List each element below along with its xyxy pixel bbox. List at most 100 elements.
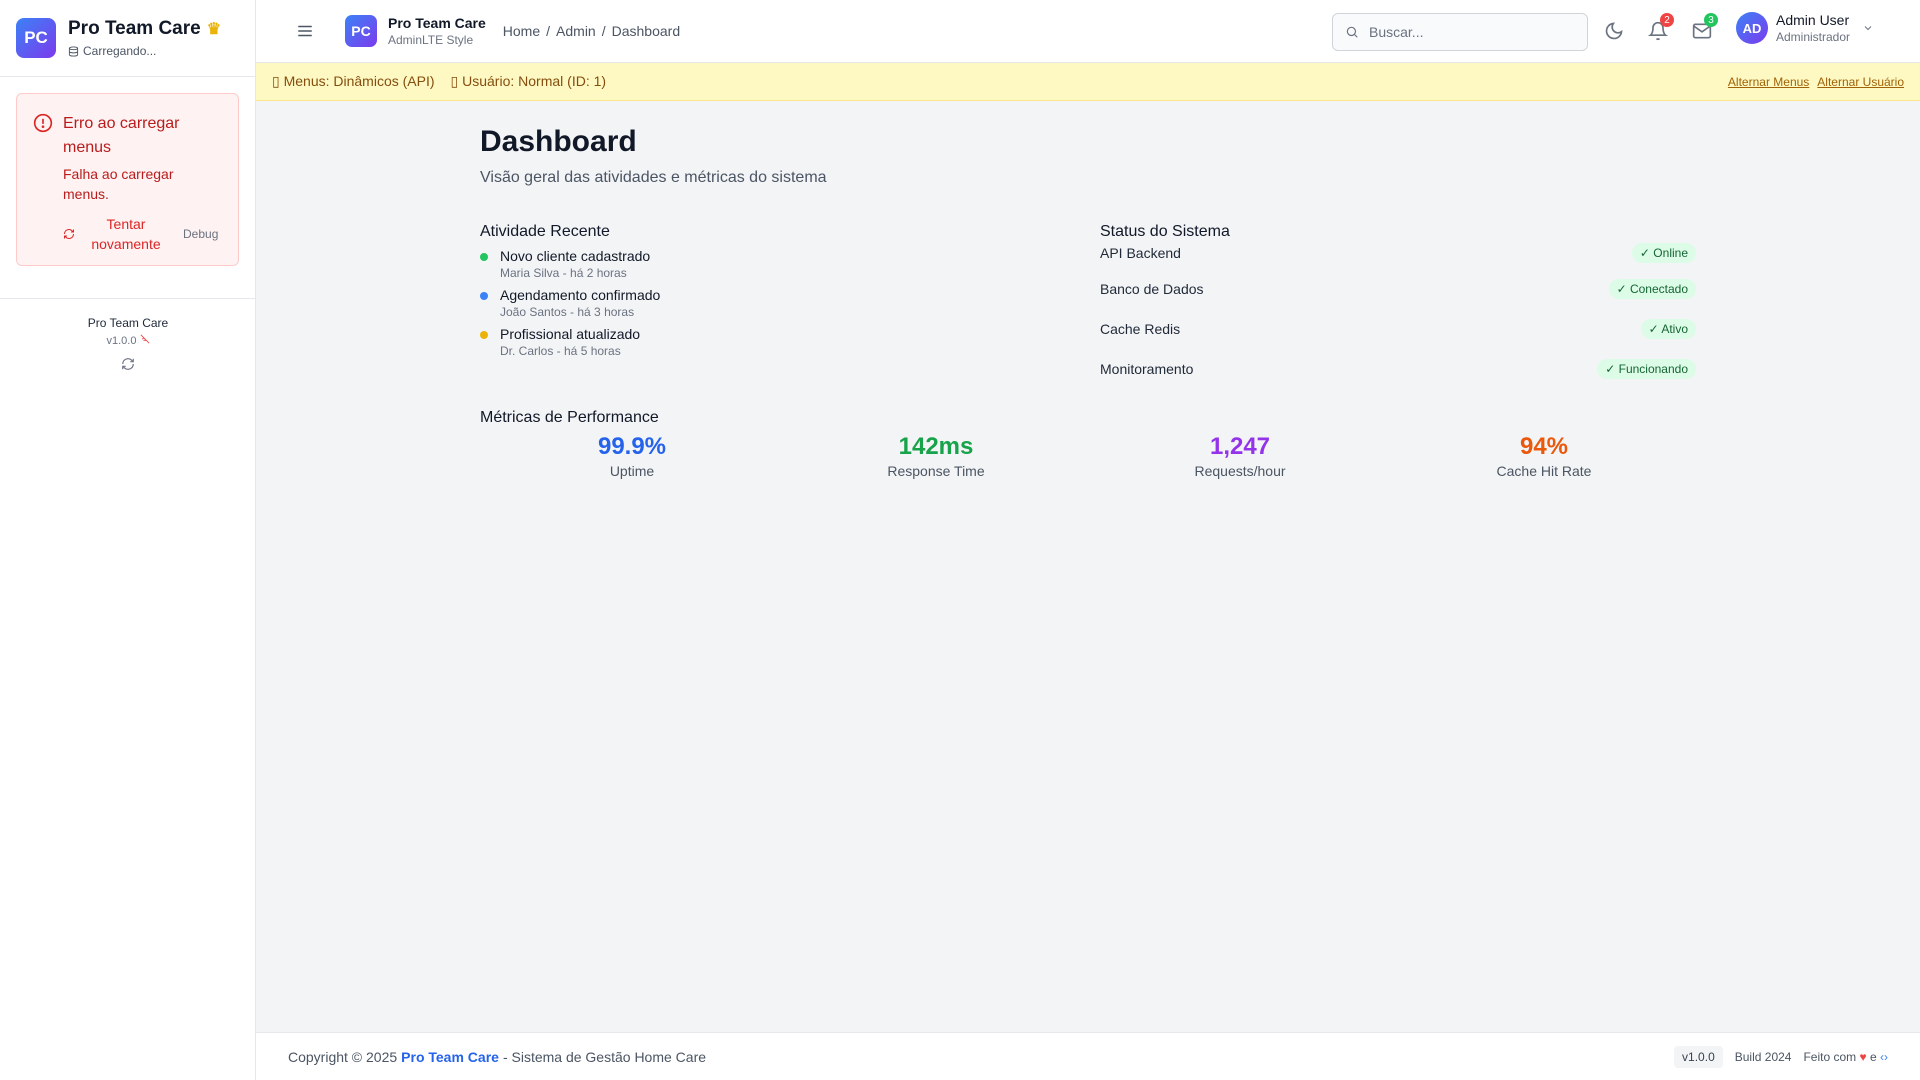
metric-value: 1,247 <box>1209 433 1271 460</box>
search-box <box>1332 13 1588 51</box>
activity-subtitle: Maria Silva - há 2 horas <box>500 266 627 280</box>
sidebar-footer-version: v1.0.0 <box>106 335 137 347</box>
user-mode-info: ▯ Usuário: Normal (ID: 1) <box>450 73 607 89</box>
toggle-menus-link[interactable]: Alternar Menus <box>1728 75 1809 89</box>
status-badge: ✓ Funcionando <box>1597 359 1696 379</box>
toggle-user-link[interactable]: Alternar Usuário <box>1817 75 1904 89</box>
system-status-title: Status do Sistema <box>1100 223 1230 240</box>
activity-title: Agendamento confirmado <box>500 287 661 303</box>
messages-badge: 3 <box>1704 13 1718 27</box>
breadcrumb-admin[interactable]: Admin <box>556 23 596 39</box>
breadcrumb-separator: / <box>601 23 606 39</box>
recent-activity-section: Atividade Recente Novo cliente cadastrad… <box>480 223 1100 385</box>
status-row: Banco de Dados ✓ Conectado <box>1100 273 1696 305</box>
footer-made-with: Feito com ♥ e ‹› <box>1803 1049 1888 1064</box>
notifications-button[interactable]: 2 <box>1647 13 1674 41</box>
page-subtitle: Visão geral das atividades e métricas do… <box>480 169 827 186</box>
top-header: PC Pro Team Care AdminLTE Style Home / A… <box>256 0 1920 63</box>
status-label: Cache Redis <box>1100 321 1181 337</box>
page-title: Dashboard <box>480 125 637 158</box>
crown-icon: ♛ <box>206 21 222 38</box>
footer-build: Build 2024 <box>1734 1049 1792 1064</box>
moon-icon[interactable] <box>1604 21 1624 41</box>
activity-subtitle: João Santos - há 3 horas <box>500 305 635 319</box>
status-row: API Backend ✓ Online <box>1100 241 1696 265</box>
status-badge: ✓ Conectado <box>1608 279 1696 299</box>
breadcrumb-home[interactable]: Home <box>503 23 540 39</box>
user-name: Admin User <box>1776 12 1850 28</box>
sidebar-status: Carregando... <box>83 44 157 58</box>
footer-version: v1.0.0 <box>1674 1045 1723 1068</box>
footer-copyright: Copyright © 2025 <box>288 1048 398 1065</box>
metric-card: 94% Cache Hit Rate <box>1392 433 1696 479</box>
list-item: Novo cliente cadastrado Maria Silva - há… <box>480 248 1100 280</box>
avatar: AD <box>1736 12 1768 44</box>
database-icon <box>68 45 79 57</box>
status-dot <box>480 253 488 261</box>
recent-activity-title: Atividade Recente <box>480 223 610 240</box>
footer-tagline: - Sistema de Gestão Home Care <box>502 1048 707 1065</box>
system-status-section: Status do Sistema API Backend ✓ Online B… <box>1100 223 1696 385</box>
breadcrumb: Home / Admin / Dashboard <box>503 23 680 39</box>
search-input[interactable] <box>1369 24 1569 40</box>
footer-brand-link[interactable]: Pro Team Care <box>401 1049 499 1065</box>
metric-card: 142ms Response Time <box>784 433 1088 479</box>
status-label: Monitoramento <box>1100 361 1194 377</box>
user-role: Administrador <box>1776 30 1851 44</box>
user-menu[interactable]: AD Admin User Administrador <box>1736 12 1874 44</box>
messages-button[interactable]: 3 <box>1692 13 1718 41</box>
refresh-icon <box>64 229 74 239</box>
code-icon: ‹› <box>1880 1049 1888 1064</box>
activity-subtitle: Dr. Carlos - há 5 horas <box>500 344 621 358</box>
menu-error-alert: Erro ao carregar menus Falha ao carregar… <box>16 93 239 266</box>
list-item: Profissional atualizado Dr. Carlos - há … <box>480 326 1100 358</box>
metric-label: Uptime <box>609 463 655 479</box>
status-label: Banco de Dados <box>1100 281 1204 297</box>
sidebar-brand[interactable]: PC Pro Team Care ♛ Carregando... <box>0 0 255 77</box>
status-badge: ✓ Online <box>1631 243 1696 263</box>
search-icon <box>1346 26 1358 38</box>
debug-button[interactable]: Debug <box>183 227 218 241</box>
status-row: Monitoramento ✓ Funcionando <box>1100 353 1696 385</box>
retry-button[interactable]: Tentar novamente <box>63 214 171 254</box>
heart-icon: ♥ <box>1859 1049 1867 1064</box>
metrics-title: Métricas de Performance <box>480 409 659 426</box>
sidebar-footer: Pro Team Care v1.0.0 <box>0 316 256 376</box>
list-item: Agendamento confirmado João Santos - há … <box>480 287 1100 319</box>
header-brand-subtitle: AdminLTE Style <box>388 33 474 47</box>
status-label: API Backend <box>1100 245 1181 261</box>
header-brand-title: Pro Team Care <box>388 15 486 31</box>
sidebar-divider <box>0 298 256 299</box>
sidebar-title: Pro Team Care <box>68 18 201 39</box>
hamburger-menu-icon[interactable] <box>296 22 314 40</box>
status-dot <box>480 331 488 339</box>
sidebar: PC Pro Team Care ♛ Carregando... Erro ao… <box>0 0 256 1080</box>
metric-label: Requests/hour <box>1194 463 1286 479</box>
page-footer: Copyright © 2025 Pro Team Care - Sistema… <box>256 1032 1920 1080</box>
retry-label: Tentar novamente <box>91 216 161 252</box>
activity-title: Profissional atualizado <box>500 326 641 342</box>
notifications-badge: 2 <box>1660 13 1674 27</box>
metric-value: 142ms <box>898 433 974 460</box>
metrics-grid: 99.9% Uptime 142ms Response Time 1,247 R… <box>480 433 1696 479</box>
wifi-off-icon <box>140 334 149 344</box>
status-dot <box>480 292 488 300</box>
breadcrumb-dashboard: Dashboard <box>611 23 681 39</box>
refresh-icon[interactable] <box>121 357 135 371</box>
metric-label: Response Time <box>887 463 985 479</box>
metric-label: Cache Hit Rate <box>1496 463 1592 479</box>
menus-mode-info: ▯ Menus: Dinâmicos (API) <box>272 73 435 89</box>
error-title: Erro ao carregar menus <box>63 115 180 156</box>
metric-value: 94% <box>1519 433 1569 460</box>
header-brand[interactable]: Pro Team Care AdminLTE Style <box>388 15 486 47</box>
alert-circle-icon <box>33 113 53 133</box>
activity-title: Novo cliente cadastrado <box>500 248 651 264</box>
status-badge: ✓ Ativo <box>1640 319 1696 339</box>
sidebar-footer-name: Pro Team Care <box>87 316 169 330</box>
metric-value: 99.9% <box>597 433 667 460</box>
metric-card: 99.9% Uptime <box>480 433 784 479</box>
brand-logo: PC <box>16 18 56 58</box>
error-message: Falha ao carregar menus. <box>63 166 174 202</box>
header-logo[interactable]: PC <box>345 15 377 47</box>
main-content: Dashboard Visão geral das atividades e m… <box>480 101 1696 479</box>
